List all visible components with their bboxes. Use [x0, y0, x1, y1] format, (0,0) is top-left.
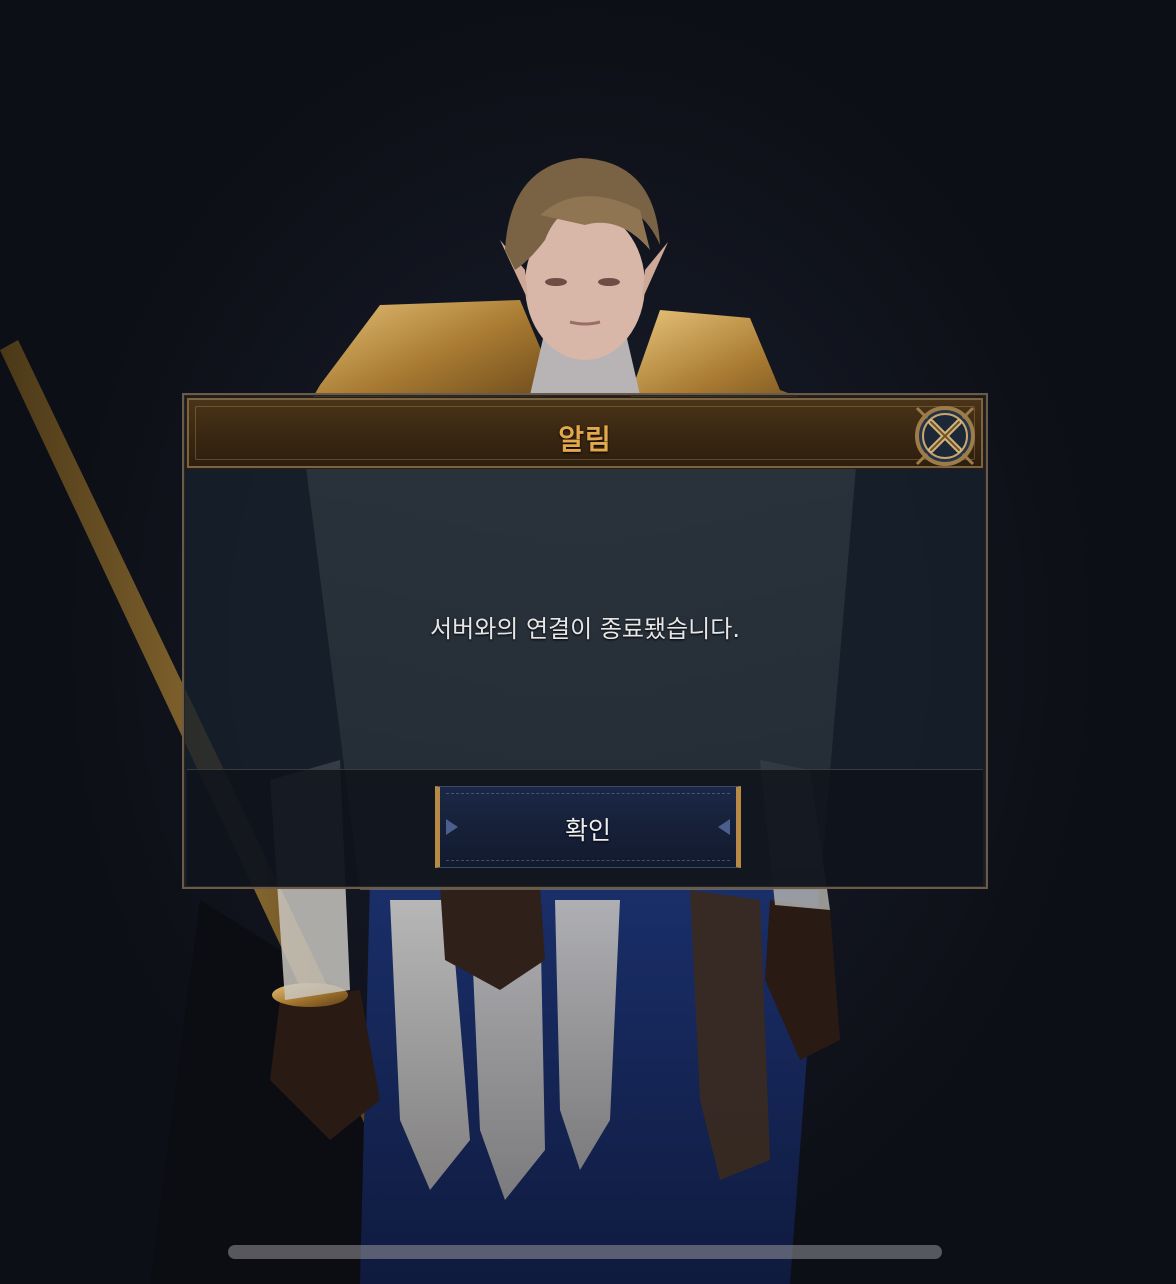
close-x-icon: [915, 406, 975, 466]
dialog-body: 서버와의 연결이 종료됐습니다.: [187, 471, 983, 769]
dialog-footer: 확인: [187, 769, 983, 886]
dialog-message: 서버와의 연결이 종료됐습니다.: [430, 615, 740, 643]
notice-dialog: 알림 서버와의 연결이 종료됐습니다. 확인: [182, 393, 988, 889]
game-scene: 알림 서버와의 연결이 종료됐습니다. 확인: [0, 0, 1176, 1284]
close-button[interactable]: [913, 404, 977, 468]
dialog-title: 알림: [558, 423, 612, 456]
confirm-button[interactable]: 확인: [435, 786, 741, 868]
home-indicator-bar[interactable]: [228, 1245, 942, 1259]
dialog-header: 알림: [186, 397, 984, 469]
confirm-button-label: 확인: [564, 816, 611, 845]
